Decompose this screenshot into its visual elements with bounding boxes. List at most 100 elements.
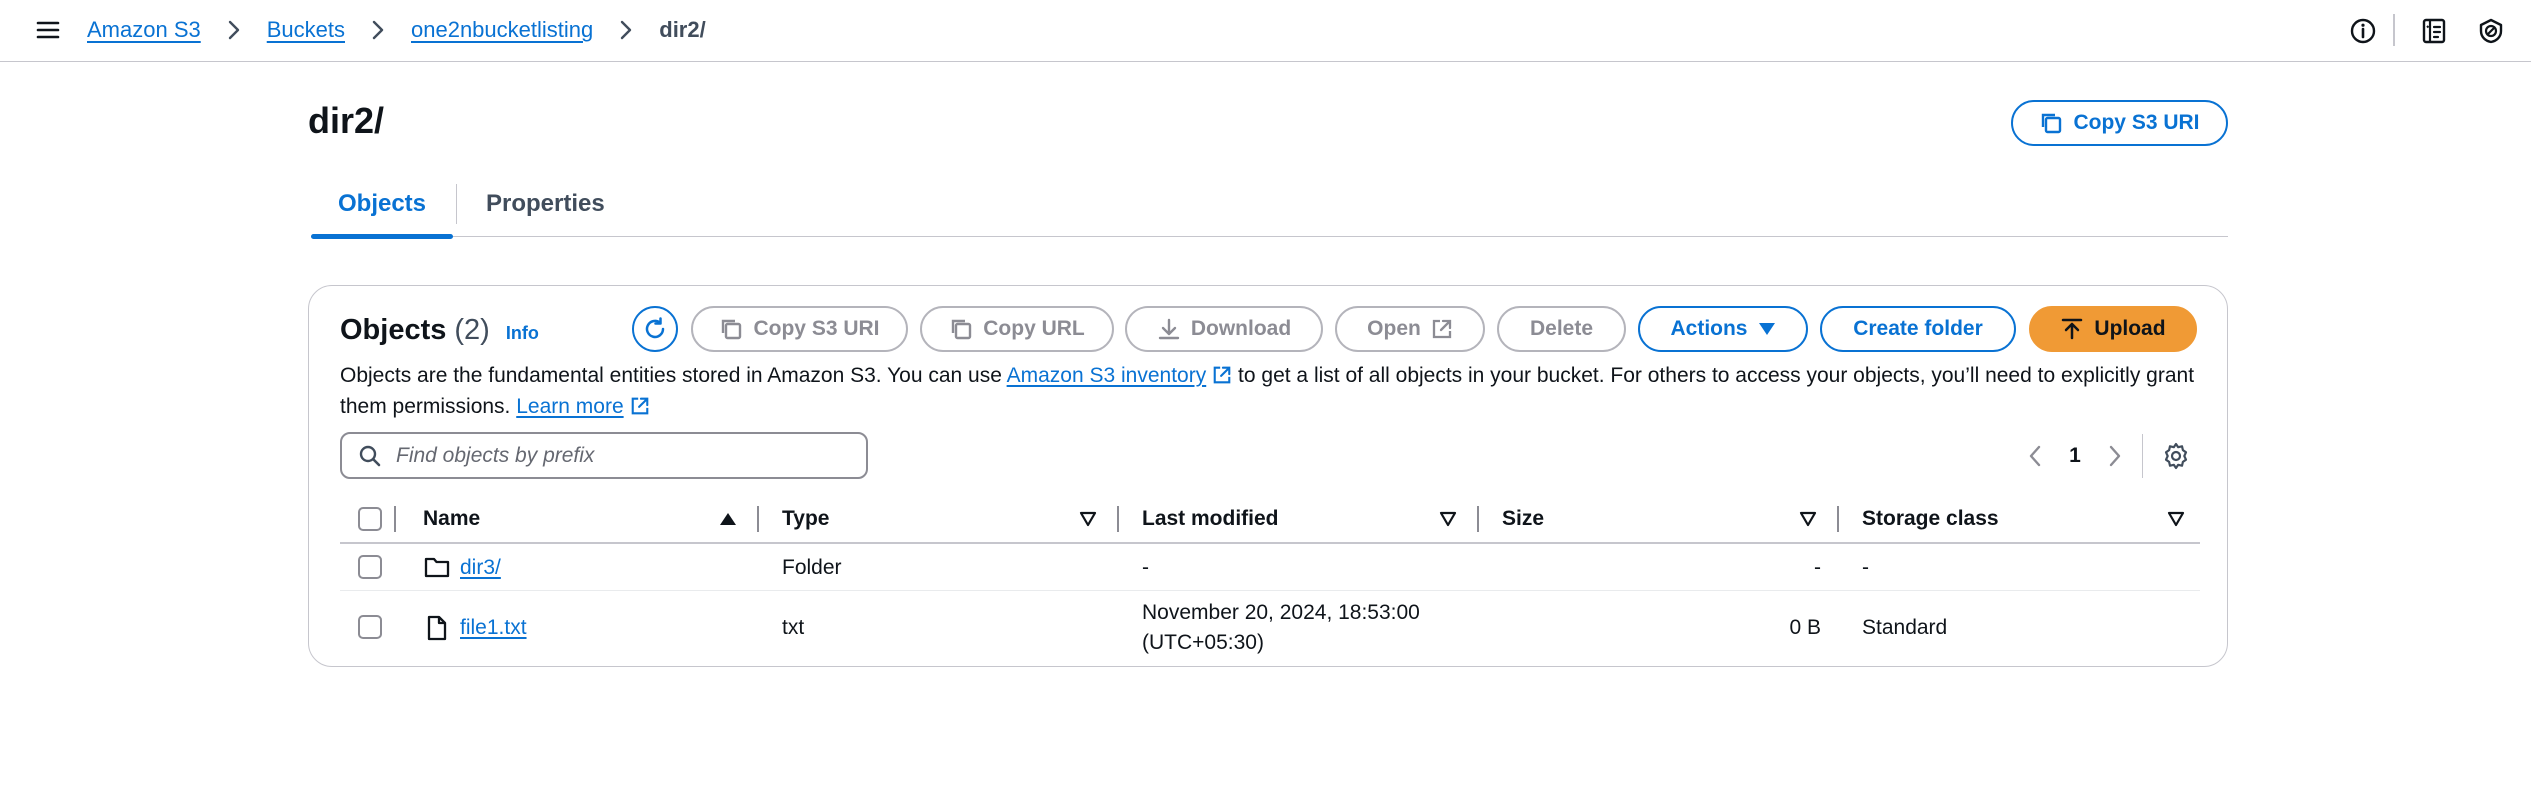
pagination: 1 [2021, 438, 2129, 474]
open-button[interactable]: Open [1335, 306, 1485, 352]
object-name-link[interactable]: dir3/ [460, 556, 501, 580]
object-type: txt [782, 616, 805, 639]
tab-bar: Objects Properties [311, 170, 2228, 239]
sort-unsorted-icon[interactable] [1078, 509, 1098, 529]
download-icon [1158, 318, 1180, 340]
search-input[interactable] [396, 443, 836, 468]
tab-objects[interactable]: Objects [311, 170, 453, 239]
column-resizer[interactable] [394, 506, 396, 532]
object-type: Folder [782, 556, 842, 579]
chevron-right-icon [220, 16, 248, 44]
column-last-modified-label: Last modified [1142, 507, 1279, 530]
column-size-label: Size [1502, 507, 1545, 530]
folder-icon [424, 557, 450, 578]
menu-icon[interactable] [36, 18, 60, 42]
info-icon[interactable] [2349, 17, 2377, 45]
learn-more-label: Learn more [516, 395, 624, 418]
table-row[interactable]: dir3/ Folder - - - [340, 544, 2200, 591]
chevron-right-icon [612, 16, 640, 44]
description-text-1: Objects are the fundamental entities sto… [340, 364, 1007, 387]
table-row[interactable]: file1.txt txt November 20, 2024, 18:53:0… [340, 591, 2200, 665]
file-icon [427, 615, 447, 641]
delete-label: Delete [1529, 317, 1594, 340]
select-all-checkbox[interactable] [358, 507, 382, 531]
security-shield-icon[interactable] [2477, 17, 2505, 45]
copy-icon [722, 319, 742, 340]
column-resizer[interactable] [1477, 506, 1479, 532]
column-header-size[interactable]: Size [1502, 496, 1544, 542]
breadcrumb-current: dir2/ [659, 17, 706, 42]
settings-gear-icon[interactable] [2161, 441, 2191, 471]
external-link-icon [1432, 319, 1451, 339]
s3-inventory-link[interactable]: Amazon S3 inventory [1007, 364, 1233, 387]
upload-button[interactable]: Upload [2029, 306, 2197, 352]
column-name-label: Name [423, 507, 481, 530]
sort-unsorted-icon[interactable] [1438, 509, 1458, 529]
copy-icon [952, 319, 972, 340]
object-last-modified-timezone: (UTC+05:30) [1142, 631, 1264, 654]
column-resizer[interactable] [1117, 506, 1119, 532]
create-folder-button[interactable]: Create folder [1820, 306, 2016, 352]
row-checkbox[interactable] [358, 615, 382, 639]
copy-s3-uri-label: Copy S3 URI [753, 317, 880, 340]
column-resizer[interactable] [757, 506, 759, 532]
copy-url-button[interactable]: Copy URL [920, 306, 1114, 352]
page-title: dir2/ [308, 100, 385, 141]
tab-properties-label: Properties [486, 189, 605, 217]
tab-properties[interactable]: Properties [486, 170, 605, 237]
sort-unsorted-icon[interactable] [1798, 509, 1818, 529]
tab-objects-label: Objects [337, 189, 427, 217]
breadcrumb-bucket-name[interactable]: one2nbucketlisting [411, 17, 593, 43]
sort-ascending-icon[interactable] [718, 509, 738, 529]
object-size: 0 B [1789, 616, 1821, 639]
column-header-storage-class[interactable]: Storage class [1862, 496, 1999, 542]
open-label: Open [1367, 317, 1421, 340]
learn-more-link[interactable]: Learn more [516, 395, 649, 418]
object-last-modified: - [1142, 556, 1149, 579]
sort-unsorted-icon[interactable] [2166, 509, 2186, 529]
external-link-icon [631, 397, 648, 415]
toolbar-divider [2393, 14, 2395, 46]
column-header-name[interactable]: Name [423, 496, 480, 542]
download-label: Download [1190, 317, 1292, 340]
object-size: - [1814, 556, 1821, 579]
objects-heading: Objects (2) Info [340, 314, 539, 347]
pagination-divider [2142, 434, 2143, 478]
s3-inventory-link-label: Amazon S3 inventory [1006, 364, 1207, 387]
external-link-icon [1213, 366, 1231, 384]
chevron-left-icon[interactable] [2021, 442, 2049, 470]
copy-s3-uri-header-button[interactable]: Copy S3 URI [2011, 100, 2228, 146]
object-name-link[interactable]: file1.txt [460, 616, 527, 640]
refresh-button[interactable] [632, 306, 678, 352]
object-last-modified: November 20, 2024, 18:53:00 [1142, 601, 1420, 624]
table-header: Name Type Last modified Size Storage cla… [340, 496, 2200, 544]
row-checkbox[interactable] [358, 555, 382, 579]
top-navigation-bar: Amazon S3 Buckets one2nbucketlisting dir… [0, 0, 2531, 62]
column-header-type[interactable]: Type [782, 496, 829, 542]
chevron-right-icon[interactable] [2101, 442, 2129, 470]
copy-s3-uri-header-label: Copy S3 URI [2073, 111, 2200, 134]
actions-label: Actions [1670, 317, 1748, 340]
objects-count: (2) [454, 314, 490, 346]
objects-description: Objects are the fundamental entities sto… [340, 360, 2200, 422]
column-header-last-modified[interactable]: Last modified [1142, 496, 1279, 542]
search-icon [359, 445, 381, 466]
breadcrumb: Amazon S3 Buckets one2nbucketlisting dir… [87, 16, 706, 44]
object-storage-class: Standard [1862, 616, 1948, 639]
status-notes-icon[interactable] [2420, 17, 2448, 45]
delete-button[interactable]: Delete [1497, 306, 1626, 352]
download-button[interactable]: Download [1125, 306, 1323, 352]
column-storage-class-label: Storage class [1862, 507, 1999, 530]
breadcrumb-amazon-s3[interactable]: Amazon S3 [87, 17, 201, 43]
upload-label: Upload [2094, 317, 2166, 340]
tab-divider [456, 184, 457, 224]
breadcrumb-buckets[interactable]: Buckets [267, 17, 345, 43]
copy-s3-uri-button[interactable]: Copy S3 URI [691, 306, 908, 352]
actions-dropdown-button[interactable]: Actions [1638, 306, 1808, 352]
column-resizer[interactable] [1837, 506, 1839, 532]
objects-table: Name Type Last modified Size Storage cla… [340, 496, 2200, 665]
upload-icon [2062, 318, 2083, 340]
page-number[interactable]: 1 [2049, 444, 2101, 468]
chevron-right-icon [364, 16, 392, 44]
info-link[interactable]: Info [506, 323, 539, 344]
